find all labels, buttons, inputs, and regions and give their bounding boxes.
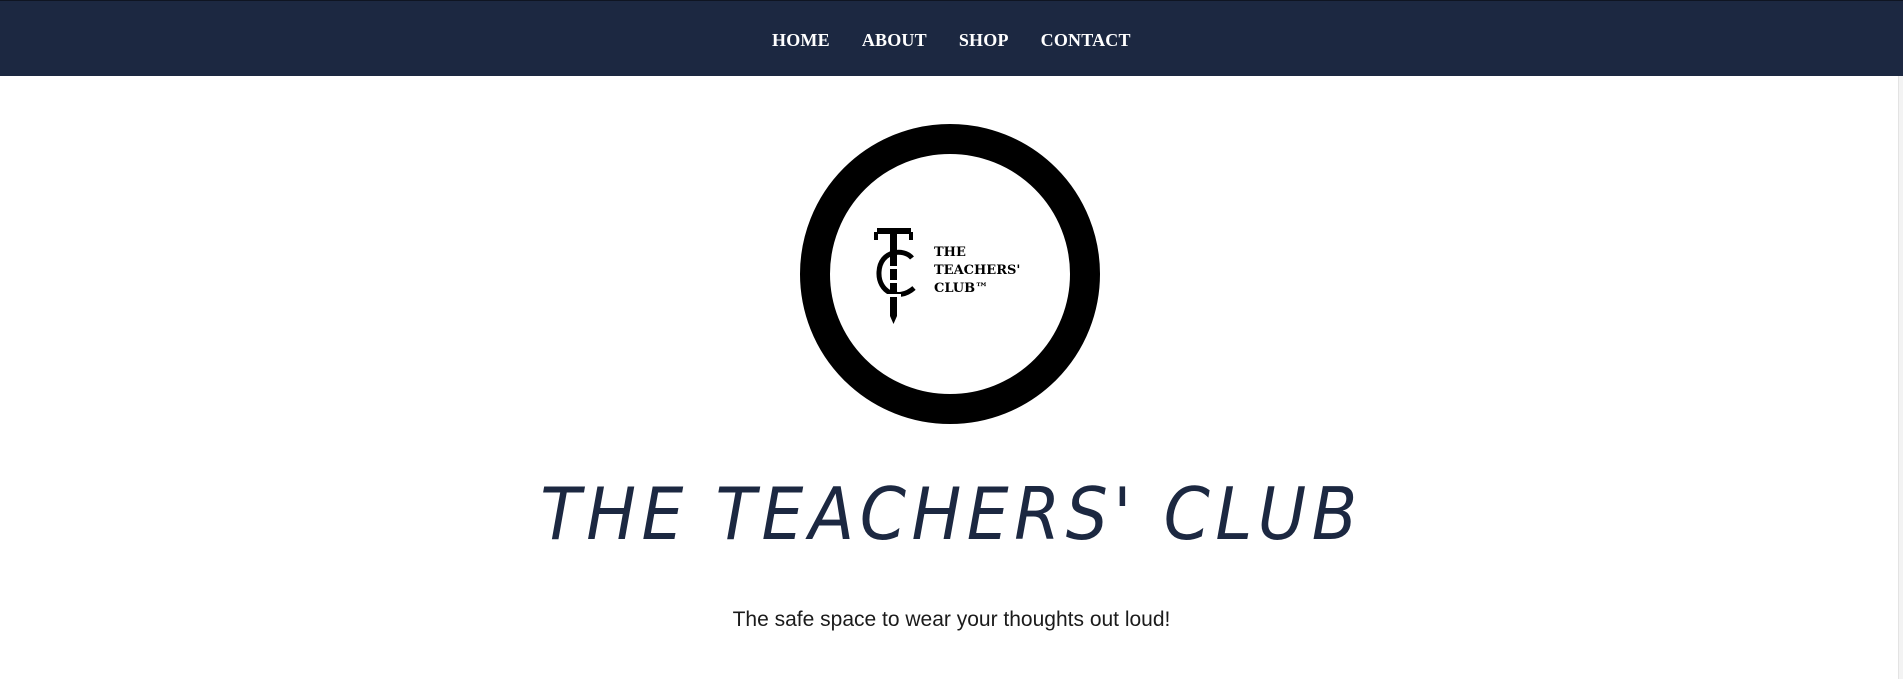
nav-item-home: HOME	[772, 29, 830, 51]
logo-text-line-3: CLUB™	[934, 281, 988, 296]
logo-emblem: THE TEACHERS' CLUB™	[800, 124, 1100, 424]
nav-menu: HOME ABOUT SHOP CONTACT	[772, 29, 1131, 51]
nav-link-home[interactable]: HOME	[772, 30, 830, 50]
logo-monogram-icon	[874, 228, 916, 324]
nav-item-shop: SHOP	[959, 29, 1009, 51]
logo-text-line-2: TEACHERS'	[934, 263, 1020, 278]
nav-item-contact: CONTACT	[1041, 29, 1131, 51]
site-title: THE TEACHERS' CLUB	[540, 472, 1363, 556]
top-navigation-bar: HOME ABOUT SHOP CONTACT	[0, 0, 1903, 76]
nav-item-about: ABOUT	[862, 29, 927, 51]
site-tagline: The safe space to wear your thoughts out…	[732, 608, 1171, 631]
page-scrollbar[interactable]	[1898, 76, 1903, 679]
site-logo[interactable]: THE TEACHERS' CLUB™	[800, 124, 1100, 424]
nav-link-contact[interactable]: CONTACT	[1041, 30, 1131, 50]
nav-link-about[interactable]: ABOUT	[862, 30, 927, 50]
logo-text-line-1: THE	[934, 245, 966, 260]
nav-link-shop[interactable]: SHOP	[959, 30, 1009, 50]
